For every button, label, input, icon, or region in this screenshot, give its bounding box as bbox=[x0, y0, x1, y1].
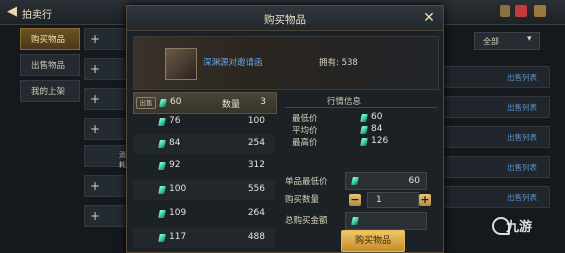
listing-qty: 264 bbox=[247, 208, 265, 218]
max-price-label: 最高价 bbox=[292, 138, 318, 148]
listing-qty: 100 bbox=[247, 116, 265, 126]
decrease-button[interactable]: − bbox=[349, 194, 361, 206]
category-row[interactable]: + bbox=[84, 28, 128, 50]
total-amount-label: 总购买金额 bbox=[285, 216, 328, 226]
gem-icon bbox=[159, 99, 167, 107]
divider bbox=[285, 107, 437, 108]
unit-price-label: 单品最低价 bbox=[285, 177, 328, 187]
gem-icon bbox=[351, 177, 359, 185]
listing-price: 60 bbox=[170, 97, 182, 107]
plus-icon: + bbox=[89, 122, 101, 136]
item-icon bbox=[165, 48, 197, 80]
min-price-label: 最低价 bbox=[292, 114, 318, 124]
listing-row[interactable]: 76 100 bbox=[133, 112, 275, 132]
shop-icon[interactable] bbox=[500, 5, 510, 17]
currency-area bbox=[466, 7, 496, 17]
avg-price-value: 84 bbox=[371, 124, 383, 134]
category-row[interactable]: 消耗 bbox=[84, 145, 128, 169]
quantity-field[interactable]: 1 bbox=[367, 192, 419, 208]
back-arrow-icon[interactable]: ◀ bbox=[4, 4, 20, 20]
plus-icon: + bbox=[89, 92, 101, 106]
mail-icon[interactable] bbox=[515, 5, 527, 17]
gem-icon bbox=[158, 186, 166, 194]
listing-price: 92 bbox=[169, 160, 181, 170]
listing-qty: 312 bbox=[247, 160, 265, 170]
gem-icon bbox=[158, 140, 166, 148]
gem-icon bbox=[360, 114, 368, 122]
category-row[interactable]: + bbox=[84, 58, 128, 80]
sold-badge: 出售 bbox=[136, 97, 156, 109]
auction-title: 拍卖行 bbox=[22, 10, 52, 21]
buy-item-dialog: 购买物品 ✕ 深渊源对邀请函 拥有: 538 出售 60 数量 3 76 100… bbox=[126, 5, 444, 253]
listing-qty: 488 bbox=[247, 232, 265, 242]
unit-price-value: 60 bbox=[408, 176, 420, 186]
market-info-title: 行情信息 bbox=[327, 97, 362, 107]
increase-button[interactable]: + bbox=[419, 194, 431, 206]
watermark-text: 九游 bbox=[506, 220, 533, 235]
listing-price: 100 bbox=[169, 184, 187, 194]
max-price-value: 126 bbox=[371, 136, 389, 146]
tab-my-listings[interactable]: 我的上架 bbox=[20, 80, 80, 102]
listing-price: 76 bbox=[169, 116, 181, 126]
list-row[interactable]: 出售列表 bbox=[440, 186, 550, 208]
item-name: 深渊源对邀请函 bbox=[203, 58, 263, 68]
listing-row[interactable]: 117 488 bbox=[133, 228, 275, 248]
gem-icon bbox=[360, 126, 368, 134]
avg-price-label: 平均价 bbox=[292, 126, 318, 136]
min-price-value: 60 bbox=[371, 112, 383, 122]
plus-icon: + bbox=[89, 32, 101, 46]
owned-count: 拥有: 538 bbox=[319, 58, 358, 68]
category-row[interactable]: + bbox=[84, 205, 128, 227]
filter-dropdown[interactable]: 全部 ▾ bbox=[474, 32, 540, 50]
gem-icon bbox=[158, 162, 166, 170]
unit-price-field[interactable]: 60 bbox=[345, 172, 427, 190]
category-row[interactable]: + bbox=[84, 118, 128, 140]
tab-buy-items[interactable]: 购买物品 bbox=[20, 28, 80, 50]
chevron-down-icon: ▾ bbox=[527, 34, 532, 44]
quantity-label: 购买数量 bbox=[285, 195, 320, 205]
gem-icon bbox=[360, 138, 368, 146]
gem-icon bbox=[351, 217, 359, 225]
listing-row[interactable]: 出售 60 数量 3 bbox=[133, 92, 277, 114]
list-row[interactable]: 出售列表 bbox=[440, 66, 550, 88]
listing-price: 109 bbox=[169, 208, 187, 218]
list-row[interactable]: 出售列表 bbox=[440, 156, 550, 178]
listing-price: 84 bbox=[169, 138, 181, 148]
listing-qty: 556 bbox=[247, 184, 265, 194]
listing-row[interactable]: 100 556 bbox=[133, 180, 275, 200]
close-icon[interactable]: ✕ bbox=[419, 8, 439, 28]
gem-icon bbox=[158, 210, 166, 218]
dialog-title: 购买物品 bbox=[264, 14, 306, 26]
buy-button[interactable]: 购买物品 bbox=[341, 230, 405, 252]
listing-row[interactable]: 92 312 bbox=[133, 156, 275, 176]
category-row[interactable]: + bbox=[84, 88, 128, 110]
plus-icon: + bbox=[89, 62, 101, 76]
list-row[interactable]: 出售列表 bbox=[440, 126, 550, 148]
listing-price: 117 bbox=[169, 232, 187, 242]
listing-row[interactable]: 84 254 bbox=[133, 134, 275, 154]
category-row[interactable]: + bbox=[84, 175, 128, 197]
list-row[interactable]: 出售列表 bbox=[440, 96, 550, 118]
total-amount-field bbox=[345, 212, 427, 230]
tab-sell-items[interactable]: 出售物品 bbox=[20, 54, 80, 76]
menu-icon[interactable] bbox=[534, 5, 546, 17]
listing-qty: 254 bbox=[247, 138, 265, 148]
gem-icon bbox=[158, 118, 166, 126]
listing-row[interactable]: 109 264 bbox=[133, 204, 275, 224]
listing-qty: 3 bbox=[260, 97, 266, 107]
plus-icon: + bbox=[89, 209, 101, 223]
plus-icon: + bbox=[89, 179, 101, 193]
gem-icon bbox=[158, 234, 166, 242]
